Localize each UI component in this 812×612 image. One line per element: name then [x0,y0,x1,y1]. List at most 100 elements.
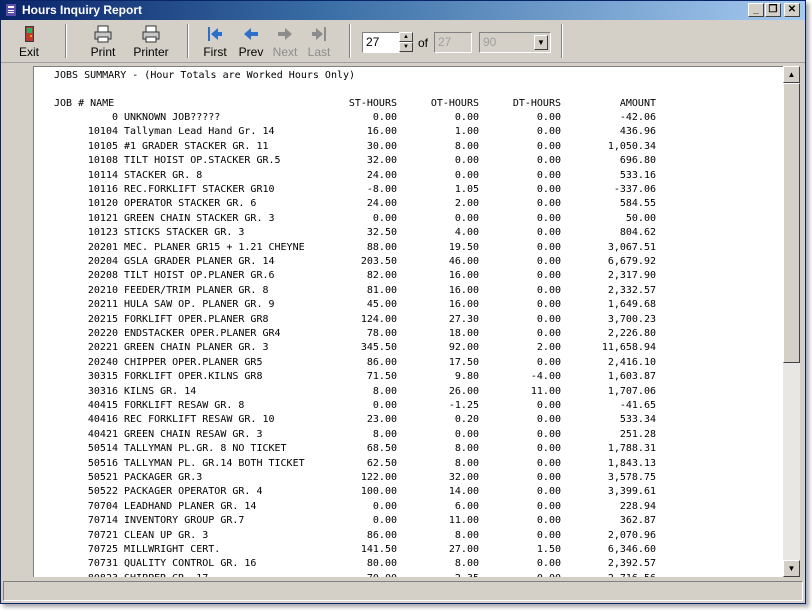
amount: 3,578.75 [607,472,656,483]
report-header-row: JOB # NAME ST-HOURS OT-HOURS DT-HOURS AM… [34,97,783,111]
table-row: 50514 TALLYMAN PL.GR. 8 NO TICKET 68.50 8.0… [34,442,783,456]
prev-page-button[interactable]: Prev [235,23,267,61]
amount: 1,707.06 [607,385,656,397]
ot-hours: 1.05 [454,184,479,195]
table-row: 70714 INVENTORY GROUP GR.7 0.00 11.00 0.00 36… [34,514,783,528]
job-number: 20201 [87,241,118,253]
job-number: 80823 [54,572,118,577]
page-number-input[interactable]: 27 [362,32,400,53]
dt-hours: 0.00 [536,112,561,123]
dt-hours: 0.00 [536,457,561,469]
dt-hours: 0.00 [536,414,561,426]
dt-hours: 0.00 [536,169,561,181]
amount: 362.87 [619,515,656,527]
page-spinner[interactable]: ▲ ▼ [399,32,413,53]
exit-button[interactable]: Exit [11,23,47,61]
table-row: 10108 TILT HOIST OP.STACKER GR.5 32.00 0.00… [34,154,783,168]
job-number: 70725 [87,544,118,555]
dt-hours: 0.00 [536,313,561,325]
job-number: 30316 [87,385,118,397]
dt-hours: 0.00 [536,558,561,570]
ot-hours: 8.00 [454,558,479,570]
ot-hours: 6.00 [454,500,479,512]
table-row: 20221 GREEN CHAIN PLANER GR. 3 345.50 92.00… [34,341,783,355]
scroll-down-icon[interactable]: ▼ [783,560,800,577]
next-page-icon [278,28,292,40]
amount: 2,392.57 [607,558,656,570]
st-hours: 345.50 [360,342,397,354]
report-page[interactable]: JOBS SUMMARY - (Hour Totals are Worked H… [33,66,783,577]
exit-door-icon [25,26,34,42]
st-hours: 45.00 [366,299,397,311]
table-row: 10104 Tallyman Lead Hand Gr. 14 16.00 1.00 0… [34,125,783,139]
restore-button[interactable]: ❐ [765,3,781,17]
st-hours: 100.00 [360,486,397,498]
job-name: OPERATOR STACKER GR. 6 [124,198,257,210]
amount: -41.65 [619,400,656,411]
job-number: 50521 [87,472,118,483]
dt-hours: 1.50 [536,544,561,555]
dt-hours: 0.00 [536,356,561,368]
dt-hours: 0.00 [536,126,561,138]
amount: 2,226.80 [607,328,656,339]
first-page-button[interactable]: First [199,23,231,61]
st-hours: -8.00 [366,184,397,195]
minimize-button[interactable]: _ [748,3,764,17]
amount: 3,067.51 [607,241,656,253]
toolbar-separator [65,24,67,58]
ot-hours: 9.80 [454,371,479,383]
chevron-down-icon[interactable]: ▼ [534,35,548,50]
report-window: Hours Inquiry Report _ ❐ ✕ Exit Print Pr… [0,0,806,604]
header-job-name: JOB # NAME [54,98,115,109]
ot-hours: 16.00 [448,284,479,296]
amount: 6,679.92 [607,256,656,267]
dt-hours: 0.00 [536,140,561,152]
close-button[interactable]: ✕ [784,3,800,17]
job-name: FORKLIFT RESAW GR. 8 [124,400,245,411]
st-hours: 68.50 [366,443,397,455]
window-title: Hours Inquiry Report [22,3,143,17]
spin-down-icon[interactable]: ▼ [399,42,413,52]
st-hours: 81.00 [366,284,397,296]
print-label: Print [90,45,116,59]
ot-hours: -1.25 [448,400,479,411]
st-hours: 80.00 [366,558,397,570]
dt-hours: 0.00 [536,212,561,224]
printer-button[interactable]: Printer [129,23,173,61]
job-number: 20210 [87,284,118,296]
st-hours: 0.00 [372,500,397,512]
amount: 533.16 [619,169,656,181]
last-page-button[interactable]: Last [303,23,335,61]
dt-hours: 0.00 [536,443,561,455]
table-row: 20201 MEC. PLANER GR15 + 1.21 CHEYNE 88.00… [34,241,783,255]
scroll-thumb[interactable] [783,83,800,363]
amount: -337.06 [613,184,656,195]
spin-up-icon[interactable]: ▲ [399,32,413,42]
app-icon [6,4,16,16]
toolbar-separator [187,24,189,58]
ot-hours: 0.00 [454,155,479,167]
table-row: 10105 #1 GRADER STACKER GR. 11 30.00 8.00 0.… [34,140,783,154]
st-hours: 32.50 [366,227,397,239]
title-bar[interactable]: Hours Inquiry Report _ ❐ ✕ [1,1,805,20]
st-hours: 78.00 [366,328,397,339]
scroll-up-icon[interactable]: ▲ [783,66,800,83]
zoom-select[interactable]: 90 ▼ [479,32,551,53]
amount: 2,416.10 [607,356,656,368]
job-number: 10114 [87,169,118,181]
job-number: 10104 [87,126,118,138]
st-hours: 23.00 [366,414,397,426]
ot-hours: 32.00 [448,472,479,483]
amount: 3,399.61 [607,486,656,498]
print-button[interactable]: Print [83,23,123,61]
next-page-button[interactable]: Next [269,23,301,61]
table-row: 50522 PACKAGER OPERATOR GR. 4 100.00 14.00 0… [34,485,783,499]
job-number: 40415 [87,400,118,411]
vertical-scrollbar[interactable]: ▲ ▼ [783,66,800,577]
ot-hours: 16.00 [448,299,479,311]
table-row: 50521 PACKAGER GR.3 122.00 32.00 0.00 3,578.7… [34,471,783,485]
ot-hours: 4.00 [454,227,479,239]
ot-hours: 27.00 [448,544,479,555]
ot-hours: 2.00 [454,198,479,210]
dt-hours: 0.00 [536,529,561,541]
